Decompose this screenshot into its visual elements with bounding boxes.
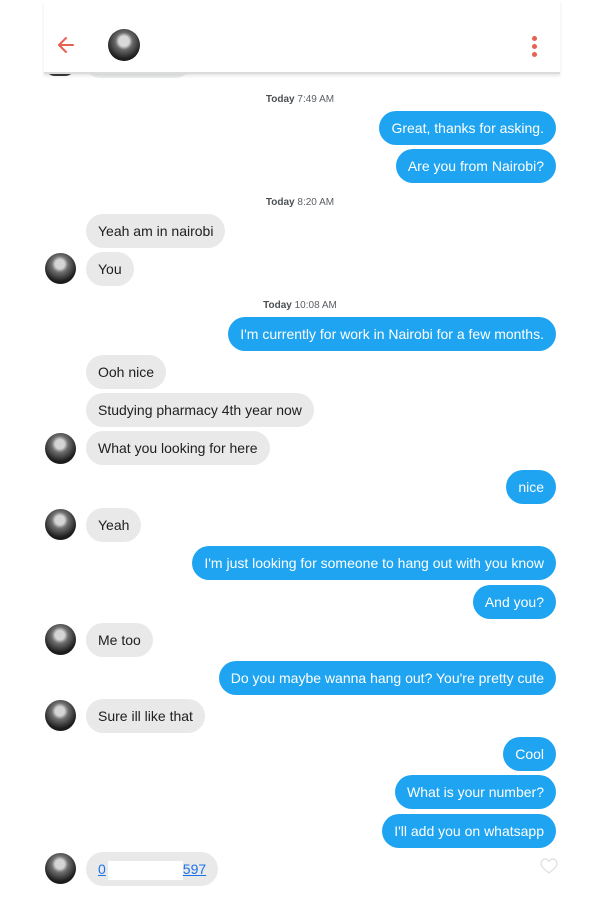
incoming-message[interactable]: What you looking for here	[86, 431, 270, 465]
timestamp: Today 10:08 AM	[263, 300, 337, 311]
outgoing-message[interactable]: Do you maybe wanna hang out? You're pret…	[218, 661, 556, 695]
incoming-message[interactable]: Ooh nice	[86, 355, 167, 389]
outgoing-message[interactable]: I'm currently for work in Nairobi for a …	[228, 317, 556, 351]
outgoing-message[interactable]: Great, thanks for asking.	[379, 111, 556, 145]
incoming-message[interactable]: Studying pharmacy 4th year now	[86, 393, 314, 427]
incoming-message[interactable]: 0 597	[86, 852, 219, 886]
timestamp: Today 7:49 AM	[265, 94, 335, 105]
back-arrow-icon[interactable]	[56, 33, 76, 57]
outgoing-message[interactable]: And you?	[472, 585, 556, 619]
outgoing-message[interactable]: nice	[506, 470, 556, 504]
outgoing-message[interactable]: Are you from Nairobi?	[395, 149, 556, 183]
incoming-message[interactable]: Yeah	[86, 508, 142, 542]
outgoing-message[interactable]: Cool	[503, 737, 556, 771]
outgoing-message[interactable]: I'm just looking for someone to hang out…	[192, 546, 556, 580]
incoming-message[interactable]: You	[86, 252, 134, 286]
phone-number-link[interactable]: 0 597	[98, 860, 206, 880]
avatar[interactable]	[45, 700, 76, 731]
avatar[interactable]	[45, 253, 76, 284]
outgoing-message[interactable]: What is your number?	[395, 775, 556, 809]
avatar[interactable]	[45, 433, 76, 464]
redaction-box	[107, 860, 183, 880]
heart-like-icon[interactable]	[540, 858, 558, 874]
avatar[interactable]	[45, 624, 76, 655]
avatar[interactable]	[45, 853, 76, 884]
avatar[interactable]	[45, 509, 76, 540]
incoming-message[interactable]: Me too	[86, 623, 153, 657]
outgoing-message[interactable]: I'll add you on whatsapp	[382, 814, 556, 848]
more-options-icon[interactable]	[528, 36, 540, 58]
match-avatar[interactable]	[108, 29, 140, 61]
incoming-message[interactable]: Sure ill like that	[86, 699, 205, 733]
incoming-message[interactable]: Yeah am in nairobi	[86, 214, 226, 248]
timestamp: Today 8:20 AM	[265, 197, 335, 208]
chat-header	[44, 0, 560, 74]
